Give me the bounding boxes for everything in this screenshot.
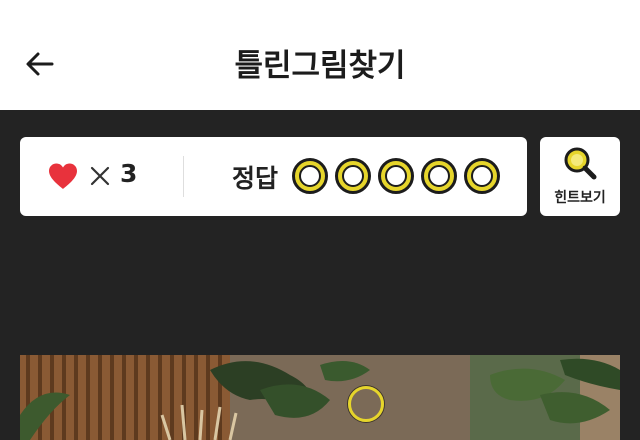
hint-label: 힌트보기 — [554, 190, 606, 206]
lives-count: 3 — [120, 159, 138, 188]
times-icon — [90, 166, 110, 186]
answer-slot — [335, 158, 371, 194]
answer-label: 정답 — [232, 164, 279, 193]
answer-slot — [421, 158, 457, 194]
divider — [183, 156, 184, 197]
hint-button[interactable]: 힌트보기 — [540, 137, 620, 216]
puzzle-scene — [20, 355, 620, 440]
page-title: 틀린그림찾기 — [234, 48, 406, 84]
heart-icon — [49, 163, 77, 189]
answer-slot — [292, 158, 328, 194]
magnifier-icon — [564, 147, 597, 180]
found-difference-marker — [348, 386, 384, 422]
app-header: 틀린그림찾기 — [0, 0, 640, 110]
answer-slot — [378, 158, 414, 194]
puzzle-image[interactable] — [20, 355, 620, 440]
answer-slot — [464, 158, 500, 194]
status-panel: 3 정답 — [20, 137, 527, 216]
